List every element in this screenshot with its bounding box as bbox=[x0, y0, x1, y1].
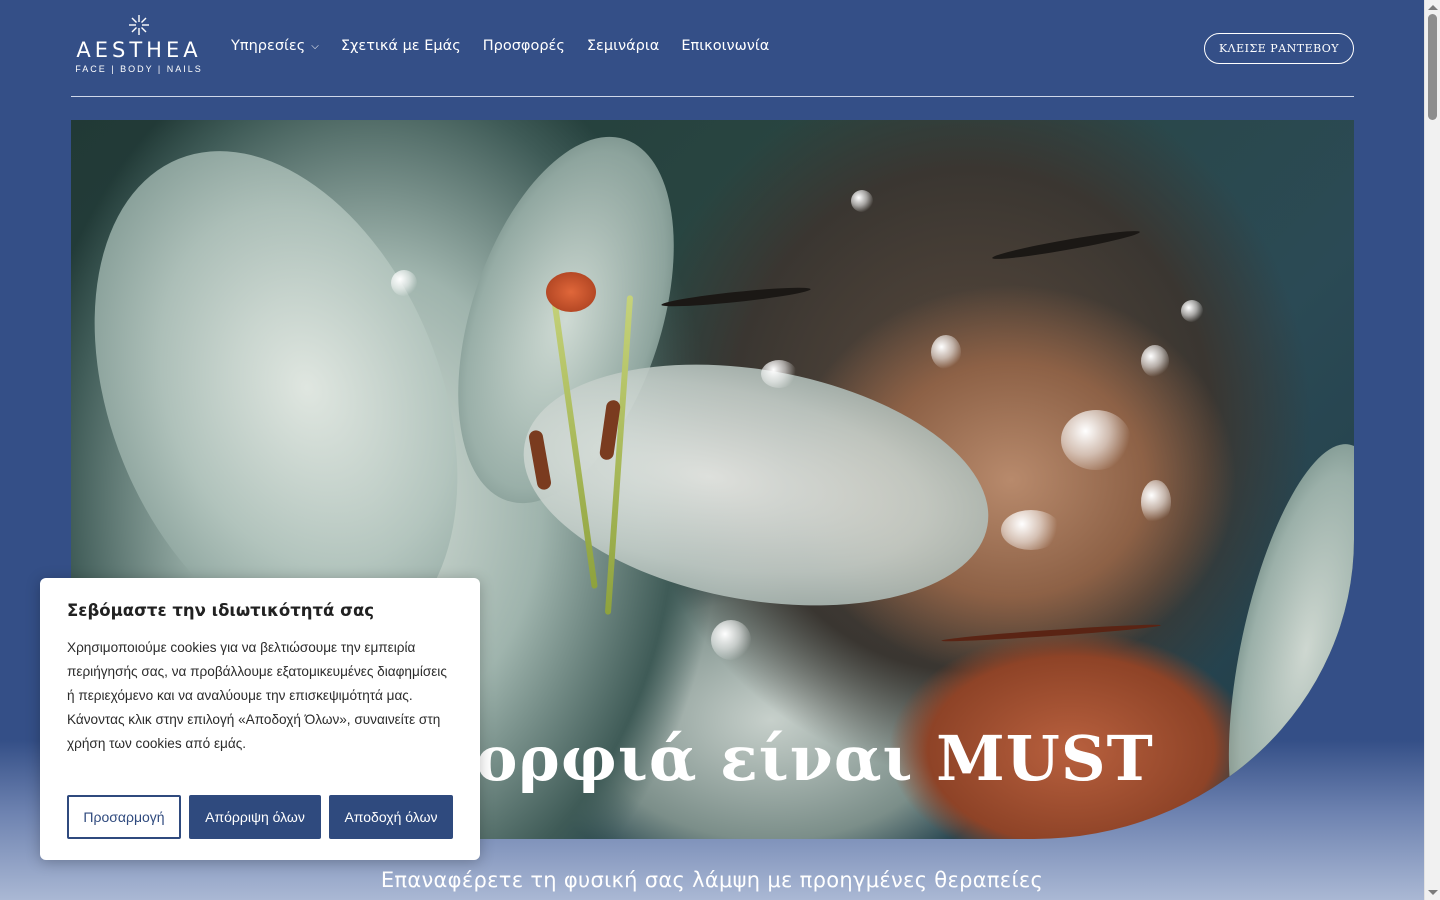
water-drop bbox=[851, 190, 873, 212]
water-drop bbox=[1061, 410, 1131, 470]
flower-mark-icon bbox=[129, 15, 149, 35]
brand-tagline: FACE | BODY | NAILS bbox=[75, 64, 203, 74]
water-drop bbox=[1141, 345, 1169, 377]
nav-item-label: Επικοινωνία bbox=[681, 38, 770, 54]
nav-item-services[interactable]: Υπηρεσίες ⌵ bbox=[231, 38, 319, 54]
water-drop bbox=[1141, 480, 1171, 524]
cookie-banner: Σεβόμαστε την ιδιωτικότητά σας Χρησιμοπο… bbox=[40, 578, 480, 860]
closed-eye bbox=[991, 227, 1141, 263]
accept-all-button[interactable]: Αποδοχή όλων bbox=[329, 795, 453, 839]
water-drop bbox=[1181, 300, 1203, 322]
header-divider bbox=[71, 96, 1354, 97]
cookie-actions: Προσαρμογή Απόρριψη όλων Αποδοχή όλων bbox=[67, 795, 453, 839]
closed-eye bbox=[660, 284, 812, 310]
water-drop bbox=[391, 270, 417, 296]
nav-item-about[interactable]: Σχετικά με Εμάς bbox=[341, 38, 461, 54]
hero-subtitle: Επαναφέρετε τη φυσική σας λάμψη με προηγ… bbox=[380, 868, 1044, 892]
nav-item-offers[interactable]: Προσφορές bbox=[483, 38, 565, 54]
reject-all-button[interactable]: Απόρριψη όλων bbox=[189, 795, 321, 839]
book-appointment-button[interactable]: ΚΛΕΙΣΕ ΡΑΝΤΕΒΟΥ bbox=[1204, 33, 1354, 64]
nav-item-label: Σεμινάρια bbox=[586, 38, 660, 54]
chevron-down-icon: ⌵ bbox=[311, 40, 319, 52]
water-drop bbox=[711, 620, 751, 660]
customize-button[interactable]: Προσαρμογή bbox=[67, 795, 181, 839]
water-drop bbox=[931, 335, 961, 369]
water-drop bbox=[761, 360, 797, 388]
nav-item-label: Προσφορές bbox=[482, 38, 565, 54]
water-drop bbox=[1001, 510, 1061, 550]
scrollbar-thumb[interactable] bbox=[1428, 14, 1437, 120]
logo[interactable]: AESTHEA FACE | BODY | NAILS bbox=[74, 14, 204, 80]
lips bbox=[941, 622, 1161, 644]
nav-item-seminars[interactable]: Σεμινάρια bbox=[587, 38, 659, 54]
cookie-title: Σεβόμαστε την ιδιωτικότητά σας bbox=[67, 601, 375, 620]
cookie-text: Χρησιμοποιούμε cookies για να βελτιώσουμ… bbox=[67, 640, 447, 751]
nav-item-label: Υπηρεσίες bbox=[231, 38, 306, 54]
scroll-down-icon[interactable] bbox=[1428, 890, 1438, 895]
lily-pistil bbox=[546, 272, 596, 312]
brand-name: AESTHEA bbox=[76, 38, 202, 62]
main-nav: Υπηρεσίες ⌵ Σχετικά με Εμάς Προσφορές Σε… bbox=[231, 38, 769, 54]
nav-item-contact[interactable]: Επικοινωνία bbox=[681, 38, 769, 54]
page-scrollbar[interactable] bbox=[1424, 0, 1440, 900]
scroll-up-icon[interactable] bbox=[1428, 5, 1438, 10]
nav-item-label: Σχετικά με Εμάς bbox=[340, 38, 461, 54]
site-header: AESTHEA FACE | BODY | NAILS Υπηρεσίες ⌵ … bbox=[71, 0, 1354, 97]
